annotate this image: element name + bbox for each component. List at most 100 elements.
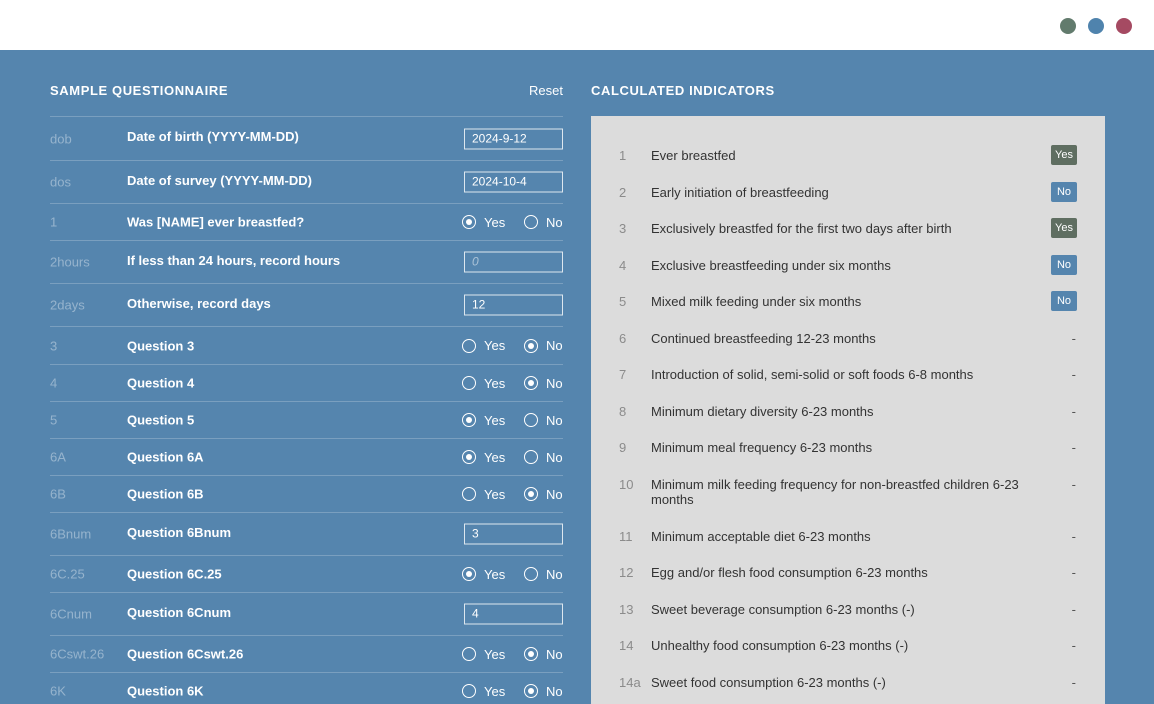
indicator-text: Unhealthy food consumption 6-23 months (…: [651, 638, 909, 653]
question-code: dos: [50, 174, 71, 190]
radio-option-yes[interactable]: Yes: [462, 683, 505, 699]
answer-input[interactable]: 2024-9-12: [464, 128, 563, 149]
radio-option-label: No: [546, 338, 563, 353]
indicator-row: 12 Egg and/or flesh food consumption 6-23…: [591, 562, 1105, 599]
radio-option-yes[interactable]: Yes: [462, 214, 505, 230]
indicator-row: 10 Minimum milk feeding frequency for non…: [591, 474, 1105, 526]
radio-circle-icon[interactable]: [524, 567, 538, 581]
question-row: 6Cswt.26 Question 6Cswt.26 Yes No: [50, 635, 563, 672]
radio-circle-icon[interactable]: [462, 376, 476, 390]
indicator-number: 6: [619, 330, 627, 346]
radio-option-label: Yes: [484, 646, 506, 662]
answer-input[interactable]: 0: [464, 251, 563, 273]
radio-circle-icon[interactable]: [524, 215, 538, 229]
radio-circle-icon[interactable]: [524, 487, 538, 501]
answer-input[interactable]: 3: [464, 523, 563, 545]
indicator-row: 4 Exclusive breastfeeding under six month…: [591, 254, 1105, 292]
radio-circle-icon[interactable]: [462, 450, 476, 464]
reset-button[interactable]: Reset: [529, 83, 563, 98]
result-dash: -: [1071, 528, 1076, 544]
indicator-number: 5: [619, 294, 627, 309]
indicator-number: 4: [619, 257, 627, 273]
radio-option-no[interactable]: No: [524, 338, 563, 354]
indicator-number: 2: [619, 184, 627, 200]
indicator-row: 6 Continued breastfeeding 12-23 months -: [591, 328, 1105, 365]
answer-input[interactable]: 4: [464, 603, 563, 625]
radio-circle-icon[interactable]: [462, 215, 476, 229]
radio-option-no[interactable]: No: [524, 375, 563, 391]
question-code: 6Cswt.26: [50, 646, 105, 662]
radio-circle-icon[interactable]: [524, 376, 538, 390]
indicator-text: Minimum acceptable diet 6-23 months: [651, 528, 871, 544]
radio-circle-icon[interactable]: [462, 413, 476, 427]
indicator-text: Exclusive breastfeeding under six months: [651, 257, 891, 273]
question-code: 6C.25: [50, 566, 85, 582]
radio-option-no[interactable]: No: [524, 566, 563, 582]
radio-circle-icon[interactable]: [524, 338, 538, 353]
radio-circle-icon[interactable]: [462, 684, 476, 698]
radio-option-yes[interactable]: Yes: [462, 486, 505, 502]
indicator-number: 14: [619, 638, 634, 653]
indicator-row: 7 Introduction of solid, semi-solid or so…: [591, 364, 1105, 401]
radio-option-yes[interactable]: Yes: [462, 412, 505, 428]
radio-circle-icon[interactable]: [524, 413, 538, 427]
radio-circle-icon[interactable]: [462, 567, 476, 581]
yes-no-radio-group: Yes No: [462, 646, 563, 662]
question-label: Question 4: [127, 375, 195, 391]
question-label: Question 6Cswt.26: [127, 646, 244, 662]
indicator-number: 13: [619, 601, 634, 617]
indicator-row: 3 Exclusively breastfed for the first two…: [591, 218, 1105, 255]
radio-option-no[interactable]: No: [524, 449, 563, 465]
indicator-row: 8 Minimum dietary diversity 6-23 months -: [591, 401, 1105, 438]
question-label: Question 6Bnum: [127, 525, 232, 540]
indicator-number: 8: [619, 403, 627, 419]
result-badge: Yes: [1051, 218, 1077, 238]
radio-circle-icon[interactable]: [524, 450, 538, 464]
radio-circle-icon[interactable]: [462, 338, 476, 353]
radio-option-yes[interactable]: Yes: [462, 566, 505, 582]
main-area: SAMPLE QUESTIONNAIRE Reset dob Date of bi…: [0, 50, 1154, 704]
indicator-text: Minimum meal frequency 6-23 months: [651, 440, 873, 455]
radio-circle-icon[interactable]: [524, 647, 538, 661]
red-dot-icon[interactable]: [1116, 18, 1132, 34]
result-dash: -: [1071, 638, 1076, 653]
question-code: 2hours: [50, 254, 90, 270]
radio-option-label: Yes: [484, 449, 506, 465]
indicator-number: 11: [619, 528, 633, 544]
indicator-number: 9: [619, 440, 627, 455]
radio-option-no[interactable]: No: [524, 646, 563, 662]
radio-option-yes[interactable]: Yes: [462, 338, 505, 354]
radio-option-no[interactable]: No: [524, 683, 563, 699]
question-label: Question 6K: [127, 683, 204, 699]
indicator-text: Exclusively breastfed for the first two …: [651, 221, 952, 236]
yes-no-radio-group: Yes No: [462, 338, 563, 354]
answer-input[interactable]: 12: [464, 294, 563, 316]
radio-circle-icon[interactable]: [462, 647, 476, 661]
question-label: Date of birth (YYYY-MM-DD): [127, 129, 299, 144]
question-code: 6B: [50, 486, 66, 502]
question-row: 1 Was [NAME] ever breastfed? Yes No: [50, 203, 563, 240]
question-row: 6B Question 6B Yes No: [50, 475, 563, 512]
radio-circle-icon[interactable]: [462, 487, 476, 501]
yes-no-radio-group: Yes No: [462, 566, 563, 582]
radio-option-no[interactable]: No: [524, 486, 563, 502]
radio-option-yes[interactable]: Yes: [462, 646, 505, 662]
indicator-text: Minimum dietary diversity 6-23 months: [651, 403, 874, 419]
green-dot-icon[interactable]: [1060, 18, 1076, 34]
question-label: Question 6A: [127, 449, 204, 465]
answer-input[interactable]: 2024-10-4: [464, 171, 563, 193]
indicator-text: Continued breastfeeding 12-23 months: [651, 330, 876, 346]
indicator-text: Egg and/or flesh food consumption 6-23 m…: [651, 565, 928, 580]
radio-option-no[interactable]: No: [524, 214, 563, 230]
yes-no-radio-group: Yes No: [462, 486, 563, 502]
radio-circle-icon[interactable]: [524, 684, 538, 698]
radio-option-yes[interactable]: Yes: [462, 375, 505, 391]
blue-dot-icon[interactable]: [1088, 18, 1104, 34]
radio-option-label: Yes: [484, 375, 506, 391]
radio-option-label: No: [546, 449, 563, 465]
result-badge: No: [1051, 291, 1077, 311]
questionnaire-rows: dob Date of birth (YYYY-MM-DD) 2024-9-12 do…: [50, 116, 563, 704]
indicator-text: Minimum milk feeding frequency for non-b…: [651, 476, 1019, 507]
radio-option-yes[interactable]: Yes: [462, 449, 505, 465]
radio-option-no[interactable]: No: [524, 412, 563, 428]
